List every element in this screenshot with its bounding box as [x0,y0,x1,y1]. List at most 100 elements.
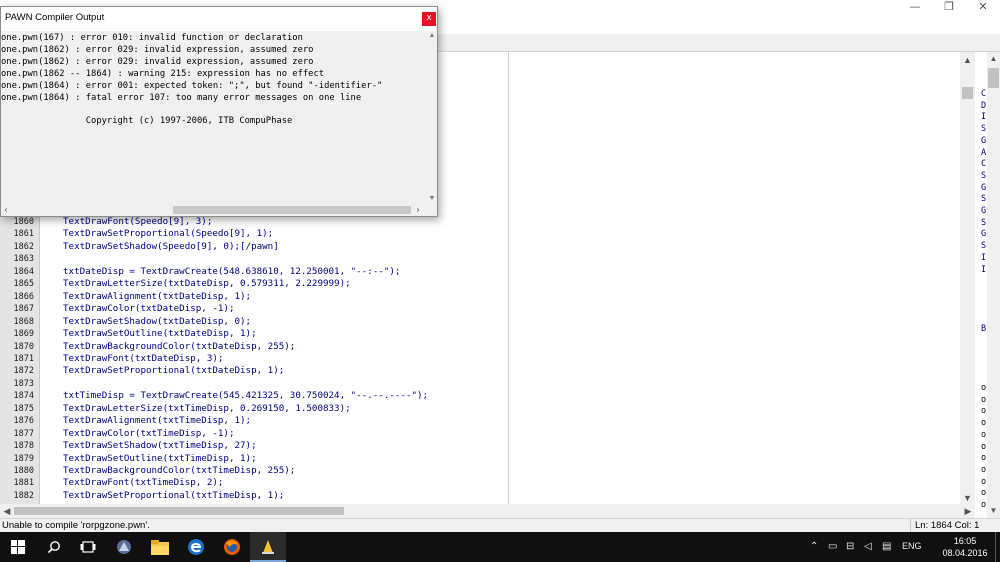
line-number: 1870 [13,341,34,352]
code-line[interactable]: 1861 TextDrawSetProportional(Speedo[9], 1… [0,228,960,240]
code-text: TextDrawSetShadow(Speedo[9], 0);[/pawn] [63,240,279,252]
code-line[interactable]: 1862 TextDrawSetShadow(Speedo[9], 0);[/pa… [0,241,960,253]
chevron-up-icon[interactable]: ⌃ [810,541,818,552]
outline-letter: C [981,89,987,99]
outline-letter: G [981,135,987,146]
line-number: 1871 [13,353,34,364]
scroll-thumb[interactable] [962,87,973,99]
app-pawn-compiler[interactable] [250,532,286,562]
output-line: one.pwn(167) : error 010: invalid functi… [1,33,303,43]
outline-letter: I [981,264,987,275]
scroll-thumb[interactable] [988,68,999,88]
start-button[interactable] [0,532,36,562]
task-view-icon [80,541,96,553]
scroll-down-arrow-icon[interactable]: ▼ [987,506,1000,516]
outline-letter: I [981,252,987,263]
code-text: TextDrawAlignment(txtTimeDisp, 1); [63,415,252,427]
output-line: Copyright (c) 1997-2006, ITB CompuPhase [1,116,293,127]
code-text: TextDrawSetOutline(txtTimeDisp, 1); [63,452,257,464]
dialog-title: PAWN Compiler Output [5,12,105,23]
line-number: 1866 [13,291,34,302]
battery-icon[interactable]: ▭ [828,541,837,552]
line-number: 1860 [13,217,34,227]
dialog-vertical-scrollbar[interactable]: ▲ ▼ [427,31,437,204]
code-text: TextDrawSetProportional(txtTimeDisp, 1); [63,489,285,501]
scroll-thumb[interactable] [14,507,344,515]
app-edge[interactable] [178,532,214,562]
code-line[interactable]: 1865 TextDrawLetterSize(txtDateDisp, 0.57… [0,278,960,290]
code-text: TextDrawLetterSize(txtDateDisp, 0.579311… [63,278,351,290]
language-indicator[interactable]: ENG [902,541,922,551]
code-line[interactable]: 1882 TextDrawSetProportional(txtTimeDisp,… [0,490,960,502]
code-line[interactable]: 1872 TextDrawSetProportional(txtDateDisp,… [0,365,960,377]
scroll-left-arrow-icon[interactable]: ◀ [0,504,14,518]
scroll-down-arrow-icon[interactable]: ▼ [427,194,437,204]
task-view-button[interactable] [70,532,106,562]
firefox-icon [224,539,240,555]
code-line[interactable]: 1868 TextDrawSetShadow(txtDateDisp, 0); [0,316,960,328]
dialog-close-button[interactable]: x [422,12,436,26]
code-line[interactable]: 1877 TextDrawColor(txtTimeDisp, -1); [0,428,960,440]
code-line[interactable]: 1874 txtTimeDisp = TextDrawCreate(545.421… [0,390,960,402]
code-line[interactable]: 1876 TextDrawAlignment(txtTimeDisp, 1); [0,415,960,427]
outline-marker: o [981,476,987,487]
scroll-up-arrow-icon[interactable]: ▲ [960,54,975,66]
code-line[interactable]: 1878 TextDrawSetShadow(txtTimeDisp, 27); [0,440,960,452]
code-text: TextDrawSetShadow(txtDateDisp, 0); [63,315,252,327]
outline-letter: G [981,229,987,240]
pawno-icon [117,540,131,554]
folder-icon [151,539,169,555]
close-window-button[interactable]: ✕ [966,0,1000,16]
minimize-button[interactable]: — [898,0,932,16]
outline-letter: G [981,182,987,193]
code-line[interactable]: 1867 TextDrawColor(txtDateDisp, -1); [0,303,960,315]
output-line: one.pwn(1864) : error 001: expected toke… [1,80,383,91]
compiler-output-text[interactable]: one.pwn(167) : error 010: invalid functi… [1,31,427,204]
scroll-right-arrow-icon[interactable]: ▶ [961,504,975,518]
line-number: 1875 [13,403,34,414]
outline-marker: o [981,488,987,499]
show-desktop-button[interactable] [995,532,1000,562]
scroll-right-arrow-icon[interactable]: › [413,204,423,216]
scroll-up-arrow-icon[interactable]: ▲ [427,31,437,41]
outline-marker: o [981,418,987,429]
search-button[interactable] [36,532,72,562]
network-icon[interactable]: ⊟ [846,541,854,552]
scroll-up-arrow-icon[interactable]: ▲ [987,54,1000,64]
scroll-down-arrow-icon[interactable]: ▼ [960,492,975,504]
speaker-icon[interactable]: ◁ [864,541,872,552]
outline-letter: S [981,217,987,228]
scroll-thumb[interactable] [173,206,411,214]
clock[interactable]: 16:05 08.04.2016 [942,535,988,559]
status-bar: Unable to compile 'rorpgzone.pwn'. Ln: 1… [0,518,1000,532]
restore-button[interactable]: ❐ [932,0,966,16]
code-line[interactable]: 1880 TextDrawBackgroundColor(txtTimeDisp,… [0,465,960,477]
code-line[interactable]: 1864 txtDateDisp = TextDrawCreate(548.638… [0,266,960,278]
code-line[interactable]: 1869 TextDrawSetOutline(txtDateDisp, 1); [0,328,960,340]
code-line[interactable]: 1879 TextDrawSetOutline(txtTimeDisp, 1); [0,453,960,465]
code-line[interactable]: 1866 TextDrawAlignment(txtDateDisp, 1); [0,291,960,303]
app-firefox[interactable] [214,532,250,562]
editor-vertical-scrollbar[interactable]: ▲ ▼ [960,52,975,504]
editor-horizontal-scrollbar[interactable]: ◀ ▶ [0,504,975,518]
desktop: — ❐ ✕ 1860 TextDrawFont(Speedo[9], 3); 186… [0,0,1000,562]
code-line[interactable]: 1871 TextDrawFont(txtDateDisp, 3); [0,353,960,365]
output-line: one.pwn(1862) : error 029: invalid expre… [1,44,314,55]
dialog-title-bar[interactable]: PAWN Compiler Output x [1,7,437,29]
line-number: 1879 [13,453,34,464]
code-line[interactable]: 1881 TextDrawFont(txtTimeDisp, 2); [0,477,960,489]
scroll-left-arrow-icon[interactable]: ‹ [1,204,11,216]
app-pawno[interactable] [106,532,142,562]
dialog-horizontal-scrollbar[interactable]: ‹ › [1,204,437,216]
code-line[interactable]: 1860 TextDrawFont(Speedo[9], 3); [0,216,960,228]
line-number: 1864 [13,266,34,277]
app-file-explorer[interactable] [142,532,178,562]
right-panel-scrollbar[interactable]: ▲ ▼ [987,52,1000,522]
code-line[interactable]: 1875 TextDrawLetterSize(txtTimeDisp, 0.26… [0,403,960,415]
notifications-icon[interactable]: ▤ [882,541,891,552]
code-line[interactable]: 1870 TextDrawBackgroundColor(txtDateDisp,… [0,341,960,353]
code-line[interactable]: 1863 [0,253,960,265]
code-line[interactable]: 1873 [0,378,960,390]
outline-marker: o [981,406,987,417]
outline-marker: o [981,453,987,464]
